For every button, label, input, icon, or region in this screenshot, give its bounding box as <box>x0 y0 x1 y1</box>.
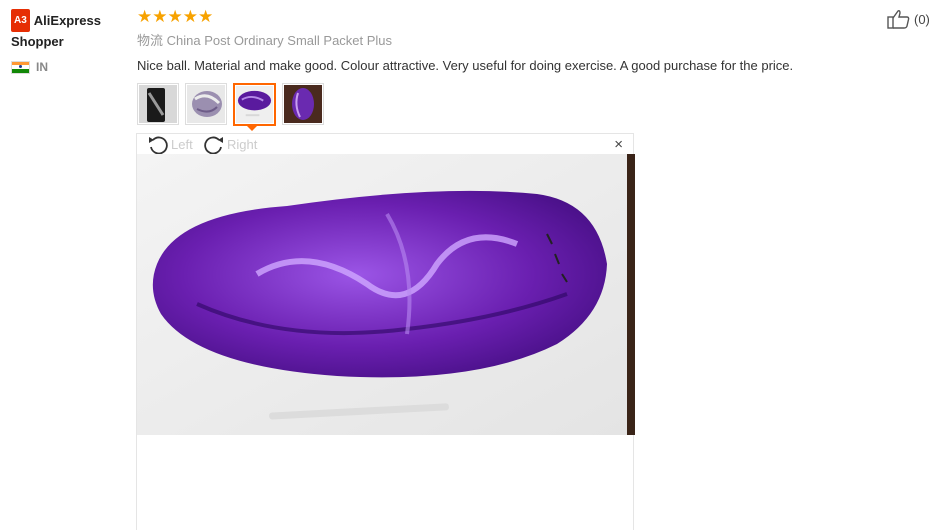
review-thumbnail-2[interactable] <box>185 83 227 125</box>
rotate-right-icon <box>204 136 223 154</box>
helpful-button[interactable]: (0) <box>887 9 930 29</box>
active-thumbnail-indicator <box>245 124 259 131</box>
purple-ball-thumbnail <box>236 86 273 123</box>
silver-ball-thumbnail <box>187 85 225 123</box>
close-viewer-button[interactable]: × <box>614 137 623 152</box>
thumbs-up-icon <box>887 10 910 29</box>
helpful-count: (0) <box>914 11 930 27</box>
country-code: IN <box>36 60 48 74</box>
review-thumbnails <box>137 83 324 126</box>
review-content: ★★★★★ 物流 China Post Ordinary Small Packe… <box>137 8 897 74</box>
reviewer-country: IN <box>11 60 131 74</box>
reviewer-info: A3 AliExpress Shopper IN <box>11 9 131 74</box>
review-text: Nice ball. Material and make good. Colou… <box>137 58 794 73</box>
review-thumbnail-4[interactable] <box>282 83 324 125</box>
purple-exercise-ball-photo <box>137 154 635 435</box>
rotate-left-icon <box>149 136 168 154</box>
reviewer-name-block: A3 AliExpress Shopper <box>11 9 131 51</box>
india-flag-icon <box>11 60 30 74</box>
image-viewer: Left Right × <box>136 133 635 530</box>
rating-stars: ★★★★★ <box>137 7 214 26</box>
phone-photo-thumbnail <box>139 85 177 123</box>
rotate-left-button[interactable]: Left <box>147 134 193 154</box>
review-thumbnail-3[interactable] <box>233 83 276 126</box>
review-photo-large <box>137 154 635 435</box>
rotate-right-label: Right <box>227 136 258 152</box>
rotate-right-button[interactable]: Right <box>203 134 257 154</box>
review-thumbnail-1[interactable] <box>137 83 179 125</box>
rotate-left-label: Left <box>171 136 193 152</box>
viewer-toolbar: Left Right × <box>137 134 633 154</box>
shipping-method: 物流 China Post Ordinary Small Packet Plus <box>137 33 393 48</box>
member-level-badge: A3 <box>11 9 30 32</box>
purple-ball-box-thumbnail <box>284 85 322 123</box>
